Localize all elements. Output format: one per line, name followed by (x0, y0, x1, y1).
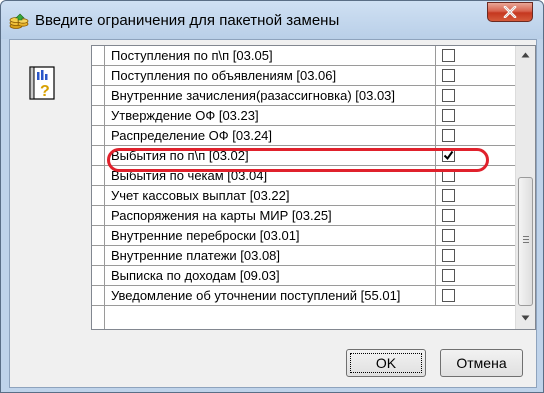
list-row-4[interactable]: Распределение ОФ [03.24] (92, 126, 515, 146)
close-button[interactable] (487, 2, 533, 22)
list-row-9[interactable]: Внутренние переброски [03.01] (92, 226, 515, 246)
row-label: Выписка по доходам [09.03] (111, 268, 280, 283)
list-row-10[interactable]: Внутренние платежи [03.08] (92, 246, 515, 266)
list-row-11[interactable]: Выписка по доходам [09.03] (92, 266, 515, 286)
title-bar[interactable]: Введите ограничения для пакетной замены (1, 1, 543, 39)
coins-stack-icon (8, 12, 30, 30)
row-checkbox[interactable] (442, 229, 455, 242)
column-divider (435, 46, 436, 66)
row-checkbox[interactable] (442, 189, 455, 202)
column-divider (435, 186, 436, 206)
thumb-grip-line (523, 239, 529, 240)
scroll-up-button[interactable] (516, 47, 535, 64)
column-divider (435, 126, 436, 146)
svg-text:?: ? (40, 83, 50, 100)
column-divider (435, 246, 436, 266)
column-divider (435, 226, 436, 246)
cancel-button[interactable]: Отмена (440, 349, 523, 377)
scroll-thumb[interactable] (518, 177, 533, 306)
column-divider (435, 266, 436, 286)
list-row-8[interactable]: Распоряжения на карты МИР [03.25] (92, 206, 515, 226)
row-label: Уведомление об уточнении поступлений [55… (111, 288, 401, 303)
row-label: Внутренние платежи [03.08] (111, 248, 281, 263)
window-title: Введите ограничения для пакетной замены (35, 12, 340, 29)
close-icon (503, 6, 517, 18)
thumb-grip-line (523, 242, 529, 243)
dialog-client-area: ? Поступления по п\п [03.05] Поступления… (9, 39, 537, 388)
row-label: Распоряжения на карты МИР [03.25] (111, 208, 332, 223)
row-label: Внутренние зачисления(разассигновка) [03… (111, 88, 396, 103)
row-checkbox[interactable] (442, 209, 455, 222)
list-row-1[interactable]: Поступления по объявлениям [03.06] (92, 66, 515, 86)
list-row-0[interactable]: Поступления по п\п [03.05] (92, 46, 515, 66)
row-label: Внутренние переброски [03.01] (111, 228, 300, 243)
column-divider (435, 206, 436, 226)
list-row-2[interactable]: Внутренние зачисления(разассигновка) [03… (92, 86, 515, 106)
highlight-annotation (107, 148, 489, 172)
row-label: Утверждение ОФ [03.23] (111, 108, 259, 123)
row-checkbox[interactable] (442, 49, 455, 62)
ok-button[interactable]: OK (346, 349, 426, 377)
list-row-3[interactable]: Утверждение ОФ [03.23] (92, 106, 515, 126)
row-checkbox[interactable] (442, 249, 455, 262)
column-divider (435, 106, 436, 126)
row-checkbox[interactable] (442, 129, 455, 142)
row-label: Учет кассовых выплат [03.22] (111, 188, 290, 203)
list-row-12[interactable]: Уведомление об уточнении поступлений [55… (92, 286, 515, 306)
row-checkbox[interactable] (442, 89, 455, 102)
scroll-up-arrow-icon (521, 52, 530, 58)
cancel-button-label: Отмена (456, 355, 507, 371)
focus-rectangle (350, 353, 422, 373)
row-checkbox[interactable] (442, 109, 455, 122)
row-checkbox[interactable] (442, 289, 455, 302)
row-label: Распределение ОФ [03.24] (111, 128, 273, 143)
column-divider (435, 66, 436, 86)
column-divider (435, 86, 436, 106)
list-row-7[interactable]: Учет кассовых выплат [03.22] (92, 186, 515, 206)
row-checkbox[interactable] (442, 69, 455, 82)
column-divider (435, 286, 436, 306)
operations-list[interactable]: Поступления по п\п [03.05] Поступления п… (91, 45, 536, 330)
scroll-down-button[interactable] (516, 310, 535, 327)
vertical-scrollbar[interactable] (515, 46, 535, 329)
row-label: Поступления по объявлениям [03.06] (111, 68, 337, 83)
dialog-window: Введите ограничения для пакетной замены … (0, 0, 544, 393)
thumb-grip-line (523, 236, 529, 237)
help-book-icon: ? (27, 64, 57, 102)
row-label: Поступления по п\п [03.05] (111, 48, 273, 63)
row-checkbox[interactable] (442, 269, 455, 282)
scroll-down-arrow-icon (521, 315, 530, 321)
